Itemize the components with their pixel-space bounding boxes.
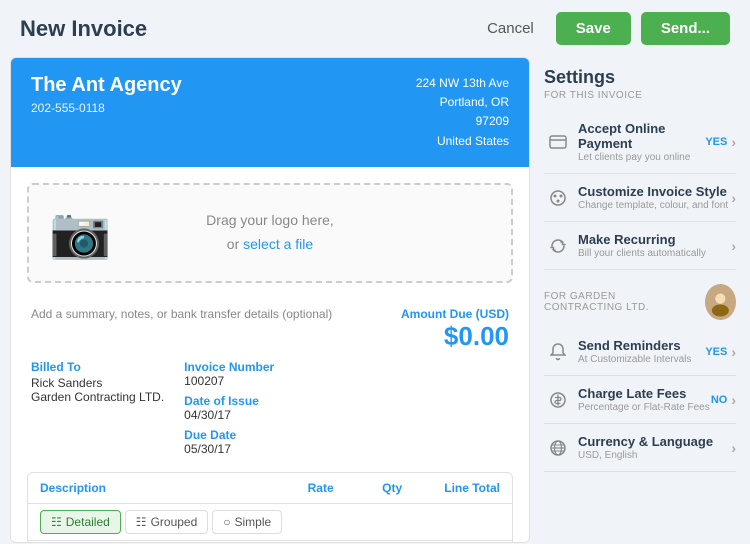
- billed-company: Garden Contracting LTD.: [31, 390, 164, 404]
- accept-online-payment-label: Accept Online Payment: [578, 121, 705, 151]
- send-reminders-desc: At Customizable Intervals: [578, 354, 705, 365]
- recurring-icon: [544, 237, 572, 255]
- invoice-meta: Invoice Number 100207 Date of Issue 04/3…: [184, 360, 274, 462]
- invoice-number-block: Invoice Number 100207: [184, 360, 274, 388]
- setting-accept-online-payment[interactable]: Accept Online Payment Let clients pay yo…: [544, 111, 736, 174]
- due-date-block: Due Date 05/30/17: [184, 428, 274, 456]
- setting-customize-invoice-style[interactable]: Customize Invoice Style Change template,…: [544, 174, 736, 222]
- credit-card-icon: [544, 135, 572, 149]
- view-tab-bar: ☷ Detailed ☷ Grouped ○ Simple: [28, 504, 512, 541]
- settings-subtitle: FOR THIS INVOICE: [544, 90, 736, 101]
- dollar-icon: [544, 391, 572, 409]
- logo-placeholder-icon: 📷: [49, 203, 111, 262]
- avatar: [705, 284, 736, 320]
- page-title: New Invoice: [20, 16, 475, 42]
- billed-block: Billed To Rick Sanders Garden Contractin…: [31, 360, 164, 462]
- accept-online-payment-desc: Let clients pay you online: [578, 152, 705, 163]
- send-reminders-label: Send Reminders: [578, 338, 705, 353]
- grouped-icon: ☷: [136, 515, 147, 529]
- logo-upload-area[interactable]: 📷 Drag your logo here, or select a file: [27, 183, 513, 283]
- chevron-right-icon: ›: [731, 238, 736, 254]
- filter-row: Includes: All details ▼ Date range: All …: [28, 541, 512, 543]
- customize-invoice-style-label: Customize Invoice Style: [578, 184, 731, 199]
- globe-icon: [544, 439, 572, 457]
- charge-late-fees-desc: Percentage or Flat-Rate Fees: [578, 402, 711, 413]
- setting-make-recurring[interactable]: Make Recurring Bill your clients automat…: [544, 222, 736, 270]
- settings-panel: Settings FOR THIS INVOICE Accept Online …: [530, 57, 750, 543]
- col-desc-header: Description: [40, 481, 236, 495]
- amount-due-value: $0.00: [401, 321, 509, 352]
- date-of-issue-label: Date of Issue: [184, 394, 274, 408]
- invoice-number-label: Invoice Number: [184, 360, 274, 374]
- table-header: Description Rate Qty Line Total: [28, 473, 512, 504]
- company-header: The Ant Agency 202-555-0118 224 NW 13th …: [11, 58, 529, 167]
- date-of-issue-block: Date of Issue 04/30/17: [184, 394, 274, 422]
- chevron-right-icon: ›: [731, 392, 736, 408]
- garden-section: FOR GARDEN CONTRACTING LTD. Send Reminde…: [544, 284, 736, 472]
- setting-charge-late-fees[interactable]: Charge Late Fees Percentage or Flat-Rate…: [544, 376, 736, 424]
- summary-note: Add a summary, notes, or bank transfer d…: [31, 307, 332, 321]
- invoice-summary-row: Add a summary, notes, or bank transfer d…: [11, 299, 529, 360]
- col-qty-header: Qty: [334, 481, 403, 495]
- invoice-number: 100207: [184, 374, 274, 388]
- detailed-icon: ☷: [51, 515, 62, 529]
- col-total-header: Line Total: [402, 481, 500, 495]
- simple-icon: ○: [223, 515, 230, 529]
- send-button[interactable]: Send...: [641, 12, 730, 45]
- date-of-issue: 04/30/17: [184, 408, 274, 422]
- chevron-right-icon: ›: [731, 190, 736, 206]
- tab-simple[interactable]: ○ Simple: [212, 510, 282, 534]
- tab-detailed[interactable]: ☷ Detailed: [40, 510, 121, 534]
- company-phone: 202-555-0118: [31, 101, 182, 115]
- setting-send-reminders[interactable]: Send Reminders At Customizable Intervals…: [544, 328, 736, 376]
- customize-invoice-style-desc: Change template, colour, and font: [578, 200, 731, 211]
- setting-currency-language[interactable]: Currency & Language USD, English ›: [544, 424, 736, 472]
- settings-title: Settings: [544, 67, 736, 88]
- accept-online-payment-badge: YES: [705, 136, 727, 148]
- col-rate-header: Rate: [236, 481, 334, 495]
- make-recurring-label: Make Recurring: [578, 232, 731, 247]
- company-address: 224 NW 13th Ave Portland, OR 97209 Unite…: [416, 74, 509, 151]
- line-items-table: Description Rate Qty Line Total ☷ Detail…: [27, 472, 513, 543]
- palette-icon: [544, 189, 572, 207]
- chevron-right-icon: ›: [731, 344, 736, 360]
- cancel-button[interactable]: Cancel: [475, 14, 546, 43]
- drag-logo-text: Drag your logo here,: [206, 212, 334, 228]
- chevron-right-icon: ›: [731, 134, 736, 150]
- send-reminders-badge: YES: [705, 346, 727, 358]
- company-name: The Ant Agency: [31, 74, 182, 97]
- currency-language-label: Currency & Language: [578, 434, 731, 449]
- make-recurring-desc: Bill your clients automatically: [578, 248, 731, 259]
- charge-late-fees-label: Charge Late Fees: [578, 386, 711, 401]
- billed-name: Rick Sanders: [31, 376, 164, 390]
- billed-to-label: Billed To: [31, 360, 164, 374]
- top-actions: Cancel Save Send...: [475, 12, 730, 45]
- garden-label: FOR GARDEN CONTRACTING LTD.: [544, 284, 736, 320]
- save-button[interactable]: Save: [556, 12, 631, 45]
- charge-late-fees-badge: NO: [711, 394, 728, 406]
- amount-due-label: Amount Due (USD): [401, 307, 509, 321]
- due-date-label: Due Date: [184, 428, 274, 442]
- currency-language-desc: USD, English: [578, 450, 731, 461]
- due-date: 05/30/17: [184, 442, 274, 456]
- tab-grouped[interactable]: ☷ Grouped: [125, 510, 208, 534]
- select-file-link[interactable]: select a file: [243, 236, 313, 252]
- invoice-panel: The Ant Agency 202-555-0118 224 NW 13th …: [10, 57, 530, 543]
- chevron-right-icon: ›: [731, 440, 736, 456]
- amount-due-block: Amount Due (USD) $0.00: [401, 307, 509, 352]
- bell-icon: [544, 343, 572, 361]
